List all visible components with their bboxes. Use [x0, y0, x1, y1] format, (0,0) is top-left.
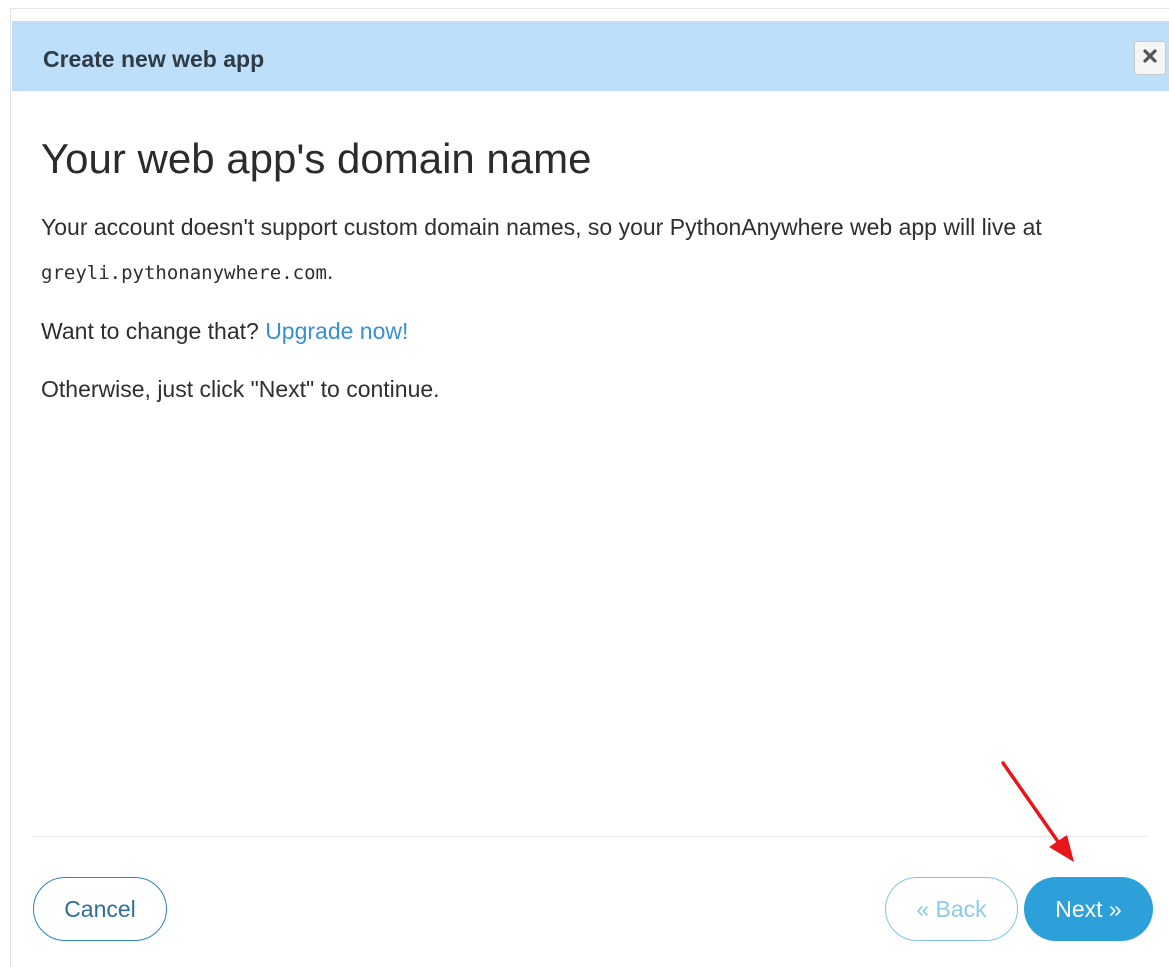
dialog-title: Create new web app [43, 46, 265, 72]
domain-info-prefix: Your account doesn't support custom doma… [41, 214, 1042, 240]
dialog-header: Create new web app [12, 21, 1169, 91]
close-x-icon [1142, 48, 1158, 69]
close-button[interactable] [1134, 41, 1166, 75]
upgrade-now-link[interactable]: Upgrade now! [265, 318, 408, 344]
cancel-button[interactable]: Cancel [33, 877, 167, 941]
continue-instruction: Otherwise, just click "Next" to continue… [41, 376, 440, 402]
domain-info-text: Your account doesn't support custom doma… [41, 205, 1151, 295]
next-button[interactable]: Next » [1024, 877, 1153, 941]
page-title: Your web app's domain name [41, 135, 592, 182]
upgrade-prompt: Want to change that? Upgrade now! [41, 309, 408, 353]
create-web-app-dialog: Create new web app Your web app's domain… [10, 8, 1169, 967]
domain-info-suffix: . [326, 258, 334, 284]
back-button[interactable]: « Back [885, 877, 1018, 941]
upgrade-prompt-text: Want to change that? [41, 318, 266, 344]
footer-divider [33, 836, 1147, 837]
domain-name: greyli.pythonanywhere.com [41, 262, 327, 284]
